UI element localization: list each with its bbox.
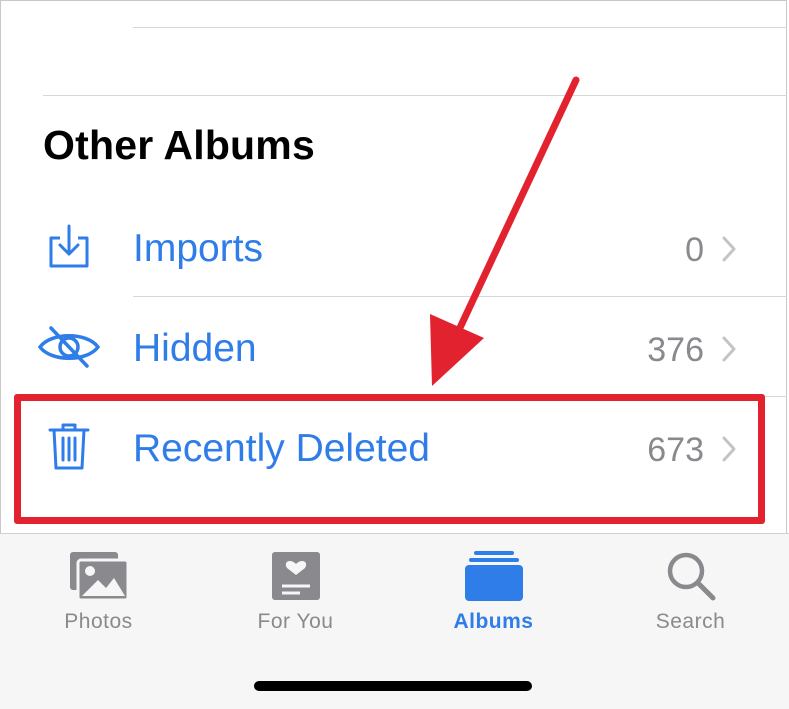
chevron-right-icon	[722, 236, 736, 262]
album-row-imports[interactable]: Imports 0	[0, 198, 789, 298]
highlight-box	[14, 394, 765, 524]
album-label: Imports	[133, 227, 264, 270]
home-indicator	[254, 681, 532, 691]
album-row-hidden[interactable]: Hidden 376	[0, 298, 789, 398]
chevron-right-icon	[722, 336, 736, 362]
tab-albums[interactable]: Albums	[395, 534, 592, 654]
album-label: Hidden	[133, 327, 257, 370]
tab-label: Photos	[64, 610, 133, 633]
tab-photos[interactable]: Photos	[0, 534, 197, 654]
tab-search[interactable]: Search	[592, 534, 789, 654]
eye-slash-icon	[36, 316, 102, 378]
top-separator	[133, 27, 787, 28]
album-count: 376	[647, 331, 704, 369]
tab-label: Search	[655, 610, 726, 633]
tab-label: For You	[257, 610, 334, 633]
album-count: 0	[685, 231, 704, 269]
section-title: Other Albums	[43, 122, 315, 168]
section-separator	[43, 95, 787, 96]
tab-label: Albums	[453, 610, 534, 633]
row-separator	[133, 296, 787, 297]
search-icon	[659, 548, 723, 604]
for-you-icon	[264, 548, 328, 604]
albums-icon	[462, 548, 526, 604]
tab-for-you[interactable]: For You	[197, 534, 394, 654]
import-tray-icon	[38, 216, 100, 278]
photos-icon	[67, 548, 131, 604]
